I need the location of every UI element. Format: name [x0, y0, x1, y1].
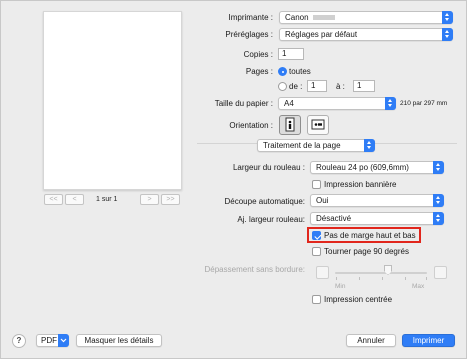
banner-checkbox[interactable] — [312, 180, 321, 189]
print-preview — [43, 11, 182, 190]
page-count: 1 sur 1 — [96, 196, 118, 203]
overflow-label: Dépassement sans bordure: — [204, 265, 306, 274]
pdf-label: PDF — [41, 336, 57, 345]
printer-value: Canon — [285, 13, 309, 22]
orientation-label: Orientation : — [229, 121, 273, 130]
overflow-max-label: Max — [412, 283, 425, 290]
paper-size-value: A4 — [284, 99, 294, 108]
prev-page-button[interactable]: < — [65, 194, 84, 205]
no-margin-label: Pas de marge haut et bas — [324, 231, 416, 240]
pages-all-radio[interactable] — [278, 67, 287, 76]
chevron-down-icon — [433, 212, 444, 225]
rotate-label: Tourner page 90 degrés — [324, 247, 409, 256]
pdf-menu-button[interactable]: PDF — [36, 334, 69, 347]
slider-tick — [359, 277, 360, 280]
pages-from-field[interactable]: 1 — [307, 80, 327, 92]
adj-roll-value: Désactivé — [316, 214, 352, 223]
pages-range-radio[interactable] — [278, 82, 287, 91]
overflow-min-label: Min — [335, 283, 346, 290]
landscape-button[interactable] — [307, 115, 329, 135]
overflow-min-icon — [316, 266, 329, 279]
centered-label: Impression centrée — [324, 295, 393, 304]
pages-from-label: de : — [289, 82, 303, 91]
overflow-max-icon — [434, 266, 447, 279]
paper-dimensions: 210 par 297 mm — [400, 100, 448, 107]
no-margin-checkbox[interactable] — [312, 231, 321, 240]
auto-cut-label: Découpe automatique: — [224, 197, 306, 206]
last-page-button[interactable]: >> — [161, 194, 180, 205]
preview-pager: << < 1 sur 1 > >> — [44, 194, 182, 206]
auto-cut-value: Oui — [316, 196, 329, 205]
copies-label: Copies : — [243, 50, 273, 59]
chevron-down-icon — [433, 161, 444, 174]
slider-tick — [405, 277, 406, 280]
chevron-down-icon — [364, 139, 375, 152]
pages-to-label: à : — [336, 82, 345, 91]
presets-value: Réglages par défaut — [285, 30, 358, 39]
hide-details-button[interactable]: Masquer les détails — [76, 334, 162, 347]
cancel-button[interactable]: Annuler — [346, 334, 396, 347]
printer-label: Imprimante : — [228, 13, 273, 22]
chevron-down-icon — [442, 11, 453, 24]
chevron-down-icon — [442, 28, 453, 41]
print-button[interactable]: Imprimer — [402, 334, 455, 347]
printer-model-redacted — [312, 15, 335, 21]
first-page-button[interactable]: << — [44, 194, 63, 205]
copies-field[interactable]: 1 — [278, 48, 304, 60]
presets-label: Préréglages : — [225, 30, 273, 39]
slider-tick — [382, 277, 383, 280]
slider-tick — [426, 277, 427, 280]
portrait-icon — [285, 117, 295, 132]
pages-label: Pages : — [245, 67, 273, 76]
adj-roll-select[interactable]: Désactivé — [310, 212, 444, 225]
landscape-icon — [311, 119, 325, 130]
adj-roll-label: Aj. largeur rouleau: — [237, 215, 305, 224]
paper-size-select[interactable]: A4 — [278, 97, 396, 110]
print-dialog: << < 1 sur 1 > >> Imprimante : Canon Pré… — [0, 0, 467, 359]
chevron-down-icon — [385, 97, 396, 110]
auto-cut-select[interactable]: Oui — [310, 194, 444, 207]
help-icon[interactable]: ? — [12, 334, 26, 348]
roll-width-select[interactable]: Rouleau 24 po (609,6mm) — [310, 161, 444, 174]
chevron-down-icon — [58, 334, 69, 347]
presets-select[interactable]: Réglages par défaut — [279, 28, 453, 41]
banner-label: Impression bannière — [324, 180, 397, 189]
portrait-button[interactable] — [279, 115, 301, 135]
pages-to-field[interactable]: 1 — [353, 80, 375, 92]
section-value: Traitement de la page — [263, 141, 341, 150]
roll-width-value: Rouleau 24 po (609,6mm) — [316, 163, 409, 172]
rotate-checkbox[interactable] — [312, 247, 321, 256]
overflow-slider[interactable] — [335, 272, 427, 274]
slider-tick — [336, 277, 337, 280]
printer-select[interactable]: Canon — [279, 11, 453, 24]
centered-checkbox[interactable] — [312, 295, 321, 304]
pages-all-label: toutes — [289, 67, 311, 76]
chevron-down-icon — [433, 194, 444, 207]
next-page-button[interactable]: > — [140, 194, 159, 205]
roll-width-label: Largeur du rouleau : — [232, 163, 305, 172]
section-select[interactable]: Traitement de la page — [257, 139, 375, 152]
paper-size-label: Taille du papier : — [214, 99, 273, 108]
